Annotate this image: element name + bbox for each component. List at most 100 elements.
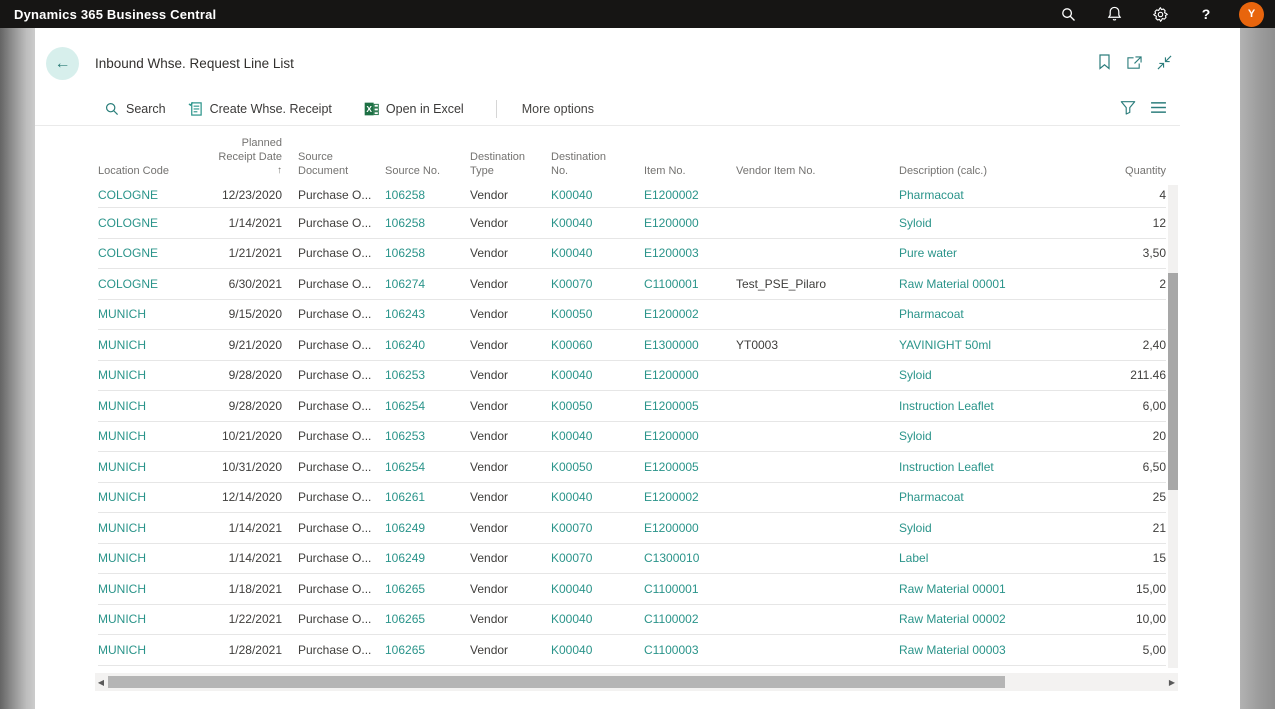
settings-icon[interactable]: [1137, 0, 1183, 28]
cell-source-no[interactable]: 106254: [385, 399, 470, 413]
column-header-vendor-item-no[interactable]: Vendor Item No.: [736, 135, 899, 183]
cell-destination-no[interactable]: K00070: [551, 521, 644, 535]
cell-description[interactable]: Raw Material 00003: [899, 643, 1099, 657]
cell-location-code[interactable]: MUNICH: [98, 643, 210, 657]
cell-source-no[interactable]: 106274: [385, 277, 470, 291]
cell-item-no[interactable]: E1200000: [644, 368, 736, 382]
cell-item-no[interactable]: E1200000: [644, 521, 736, 535]
cell-location-code[interactable]: MUNICH: [98, 460, 210, 474]
table-row[interactable]: MUNICH12/14/2020Purchase O...106261Vendo…: [98, 483, 1166, 514]
cell-source-no[interactable]: 106240: [385, 338, 470, 352]
column-header-source-no[interactable]: Source No.: [385, 135, 470, 183]
open-in-new-window-icon[interactable]: [1125, 53, 1143, 71]
cell-item-no[interactable]: E1200000: [644, 429, 736, 443]
cell-description[interactable]: Raw Material 00001: [899, 277, 1099, 291]
cell-location-code[interactable]: MUNICH: [98, 338, 210, 352]
cell-destination-no[interactable]: K00040: [551, 429, 644, 443]
cell-destination-no[interactable]: K00070: [551, 551, 644, 565]
cell-description[interactable]: Pharmacoat: [899, 307, 1099, 321]
open-in-excel-action[interactable]: X Open in Excel: [364, 102, 464, 116]
horizontal-scrollbar-thumb[interactable]: [108, 676, 1005, 688]
cell-destination-no[interactable]: K00050: [551, 460, 644, 474]
cell-item-no[interactable]: E1300000: [644, 338, 736, 352]
vertical-scrollbar-thumb[interactable]: [1168, 273, 1178, 490]
back-button[interactable]: ←: [46, 47, 79, 80]
table-row[interactable]: COLOGNE1/21/2021Purchase O...106258Vendo…: [98, 239, 1166, 270]
cell-source-no[interactable]: 106253: [385, 429, 470, 443]
search-icon[interactable]: [1045, 0, 1091, 28]
help-icon[interactable]: ?: [1183, 0, 1229, 28]
column-header-destination-no[interactable]: DestinationNo.: [551, 135, 644, 183]
cell-destination-no[interactable]: K00040: [551, 188, 644, 202]
cell-item-no[interactable]: C1100001: [644, 277, 736, 291]
table-row[interactable]: MUNICH9/21/2020Purchase O...106240Vendor…: [98, 330, 1166, 361]
cell-description[interactable]: Syloid: [899, 429, 1099, 443]
cell-destination-no[interactable]: K00050: [551, 399, 644, 413]
table-row[interactable]: MUNICH1/14/2021Purchase O...106249Vendor…: [98, 513, 1166, 544]
cell-destination-no[interactable]: K00070: [551, 277, 644, 291]
cell-source-no[interactable]: 106265: [385, 643, 470, 657]
cell-source-no[interactable]: 106253: [385, 368, 470, 382]
cell-destination-no[interactable]: K00050: [551, 307, 644, 321]
cell-item-no[interactable]: C1100001: [644, 582, 736, 596]
cell-location-code[interactable]: MUNICH: [98, 612, 210, 626]
cell-item-no[interactable]: E1200002: [644, 188, 736, 202]
cell-description[interactable]: Raw Material 00002: [899, 612, 1099, 626]
cell-description[interactable]: Pharmacoat: [899, 188, 1099, 202]
cell-description[interactable]: Syloid: [899, 216, 1099, 230]
cell-destination-no[interactable]: K00040: [551, 612, 644, 626]
cell-source-no[interactable]: 106258: [385, 216, 470, 230]
filter-icon[interactable]: [1120, 100, 1136, 118]
column-header-quantity[interactable]: Quantity: [1099, 135, 1166, 183]
cell-description[interactable]: Syloid: [899, 368, 1099, 382]
bookmark-icon[interactable]: [1095, 53, 1113, 71]
column-header-destination-type[interactable]: DestinationType: [470, 135, 551, 183]
column-header-source-document[interactable]: SourceDocument: [282, 135, 385, 183]
cell-source-no[interactable]: 106265: [385, 582, 470, 596]
cell-description[interactable]: Pure water: [899, 246, 1099, 260]
horizontal-scrollbar[interactable]: ◀ ▶: [95, 673, 1178, 691]
cell-destination-no[interactable]: K00040: [551, 643, 644, 657]
cell-location-code[interactable]: COLOGNE: [98, 277, 210, 291]
cell-item-no[interactable]: E1200000: [644, 216, 736, 230]
scroll-right-arrow-icon[interactable]: ▶: [1166, 673, 1178, 691]
table-row[interactable]: MUNICH10/31/2020Purchase O...106254Vendo…: [98, 452, 1166, 483]
cell-source-no[interactable]: 106254: [385, 460, 470, 474]
cell-source-no[interactable]: 106265: [385, 612, 470, 626]
table-row[interactable]: MUNICH9/28/2020Purchase O...106254Vendor…: [98, 391, 1166, 422]
cell-location-code[interactable]: MUNICH: [98, 490, 210, 504]
cell-item-no[interactable]: C1100002: [644, 612, 736, 626]
cell-description[interactable]: Label: [899, 551, 1099, 565]
cell-item-no[interactable]: C1300010: [644, 551, 736, 565]
table-row[interactable]: MUNICH1/14/2021Purchase O...106249Vendor…: [98, 544, 1166, 575]
cell-location-code[interactable]: MUNICH: [98, 368, 210, 382]
table-row[interactable]: MUNICH10/21/2020Purchase O...106253Vendo…: [98, 422, 1166, 453]
table-row[interactable]: COLOGNE1/14/2021Purchase O...106258Vendo…: [98, 208, 1166, 239]
table-row[interactable]: MUNICH1/18/2021Purchase O...106265Vendor…: [98, 574, 1166, 605]
vertical-scrollbar[interactable]: [1168, 185, 1178, 668]
cell-destination-no[interactable]: K00040: [551, 246, 644, 260]
column-header-planned-receipt-date[interactable]: PlannedReceipt Date↑: [210, 135, 282, 183]
cell-item-no[interactable]: C1100003: [644, 643, 736, 657]
cell-description[interactable]: Pharmacoat: [899, 490, 1099, 504]
cell-source-no[interactable]: 106258: [385, 188, 470, 202]
cell-location-code[interactable]: MUNICH: [98, 521, 210, 535]
cell-location-code[interactable]: COLOGNE: [98, 188, 210, 202]
cell-location-code[interactable]: COLOGNE: [98, 246, 210, 260]
cell-source-no[interactable]: 106243: [385, 307, 470, 321]
cell-item-no[interactable]: E1200002: [644, 490, 736, 504]
cell-description[interactable]: Raw Material 00001: [899, 582, 1099, 596]
cell-item-no[interactable]: E1200005: [644, 460, 736, 474]
cell-item-no[interactable]: E1200003: [644, 246, 736, 260]
horizontal-scrollbar-track[interactable]: [107, 673, 1166, 691]
column-header-location-code[interactable]: Location Code: [98, 135, 210, 183]
cell-description[interactable]: Instruction Leaflet: [899, 399, 1099, 413]
cell-location-code[interactable]: MUNICH: [98, 551, 210, 565]
table-row[interactable]: MUNICH9/15/2020Purchase O...106243Vendor…: [98, 300, 1166, 331]
avatar[interactable]: Y: [1239, 2, 1264, 27]
cell-destination-no[interactable]: K00040: [551, 216, 644, 230]
cell-destination-no[interactable]: K00040: [551, 368, 644, 382]
cell-destination-no[interactable]: K00040: [551, 490, 644, 504]
column-header-item-no[interactable]: Item No.: [644, 135, 736, 183]
notifications-icon[interactable]: [1091, 0, 1137, 28]
